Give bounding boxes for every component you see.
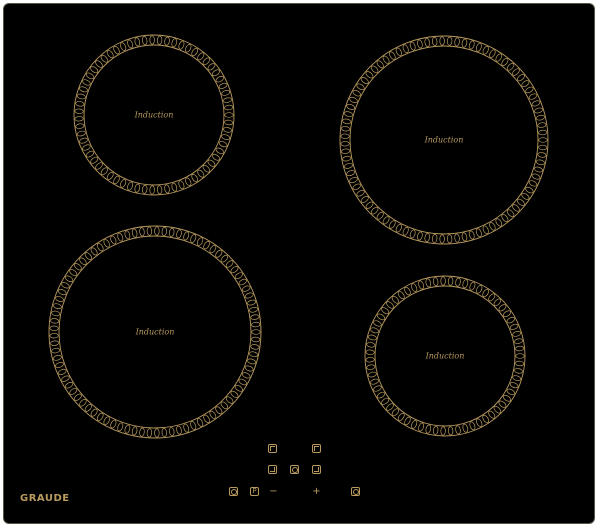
zone-label-front-left: Induction xyxy=(135,327,175,337)
zone-select-front-left-icon[interactable] xyxy=(268,465,277,474)
zone-label-rear-right: Induction xyxy=(424,135,464,145)
zone-select-rear-left-icon[interactable] xyxy=(268,444,277,453)
lock-icon[interactable] xyxy=(229,487,238,496)
pause-button[interactable]: P xyxy=(250,487,259,496)
timer-icon[interactable] xyxy=(290,465,299,474)
brand-logo: GRAUDE xyxy=(20,493,70,504)
zone-label-rear-left: Induction xyxy=(134,110,174,120)
minus-button[interactable]: − xyxy=(269,486,278,496)
plus-button[interactable]: + xyxy=(312,486,321,496)
zone-label-front-right: Induction xyxy=(425,351,465,361)
zone-select-rear-right-icon[interactable] xyxy=(312,444,321,453)
zone-select-front-right-icon[interactable] xyxy=(312,465,321,474)
cooking-zones-layer xyxy=(48,34,549,439)
power-icon[interactable] xyxy=(351,487,360,496)
